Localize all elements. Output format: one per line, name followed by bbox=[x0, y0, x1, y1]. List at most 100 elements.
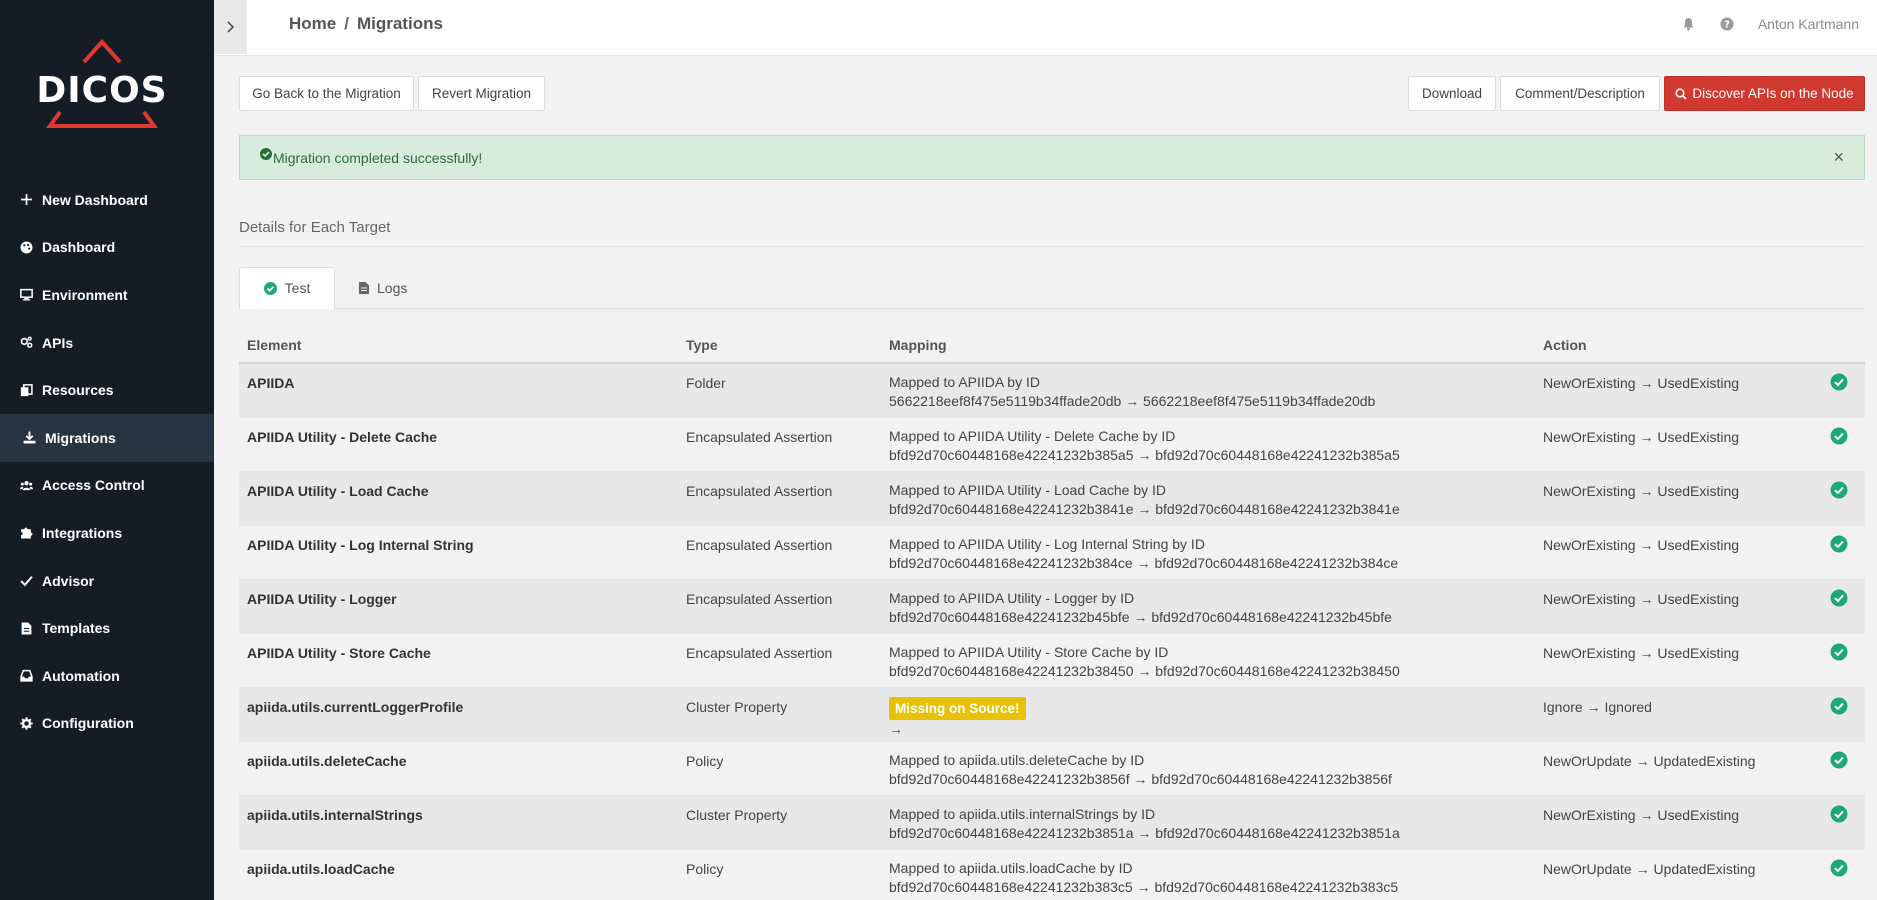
sidebar-item-advisor[interactable]: Advisor bbox=[0, 557, 214, 605]
element-cell: apiida.utils.internalStrings bbox=[247, 807, 423, 823]
table-body: APIIDA Folder Mapped to APIIDA by ID 566221… bbox=[239, 364, 1865, 900]
column-header-mapping[interactable]: Mapping bbox=[889, 337, 947, 353]
action-cell: NewOrExisting → UsedExisting bbox=[1543, 483, 1740, 499]
monitor-icon bbox=[19, 288, 33, 302]
sidebar-item-label: Integrations bbox=[42, 524, 123, 541]
sidebar-item-configuration[interactable]: Configuration bbox=[0, 700, 214, 748]
inbox-icon bbox=[19, 669, 33, 683]
table-row[interactable]: apiida.utils.currentLoggerProfile Cluster… bbox=[239, 688, 1865, 742]
breadcrumb-current: Migrations bbox=[356, 14, 443, 33]
mapping-description: Mapped to apiida.utils.loadCache by ID bbox=[889, 860, 1133, 876]
discover-apis-button[interactable]: Discover APIs on the Node bbox=[1664, 76, 1865, 111]
divider bbox=[239, 246, 1865, 247]
breadcrumb-home-link[interactable]: Home bbox=[289, 14, 336, 33]
sidebar-toggle-button[interactable] bbox=[214, 0, 247, 54]
mapping-description: Mapped to APIIDA Utility - Logger by ID bbox=[889, 590, 1135, 606]
check-circle-icon bbox=[1830, 751, 1848, 769]
column-header-element[interactable]: Element bbox=[247, 337, 301, 353]
action-cell: Ignore → Ignored bbox=[1543, 699, 1652, 715]
table-row[interactable]: APIIDA Utility - Delete Cache Encapsulate… bbox=[239, 418, 1865, 472]
type-cell: Policy bbox=[686, 861, 724, 877]
type-cell: Cluster Property bbox=[686, 807, 788, 823]
sidebar-item-apis[interactable]: APIs bbox=[0, 319, 214, 367]
action-cell: NewOrUpdate → UpdatedExisting bbox=[1543, 861, 1756, 877]
action-cell: NewOrExisting → UsedExisting bbox=[1543, 645, 1740, 661]
go-back-button[interactable]: Go Back to the Migration bbox=[239, 76, 414, 111]
mapping-cell: Mapped to APIIDA Utility - Load Cache by… bbox=[889, 481, 1400, 519]
file-icon bbox=[19, 621, 33, 635]
column-header-action[interactable]: Action bbox=[1543, 337, 1587, 353]
mapping-cell: Mapped to apiida.utils.internalStrings b… bbox=[889, 805, 1400, 843]
mapping-description: Mapped to APIIDA by ID bbox=[889, 374, 1040, 390]
table-row[interactable]: APIIDA Utility - Load Cache Encapsulated … bbox=[239, 472, 1865, 526]
table-row[interactable]: APIIDA Utility - Log Internal String Enca… bbox=[239, 526, 1865, 580]
mapping-ids: bfd92d70c60448168e42241232b3851a → bfd92… bbox=[889, 825, 1400, 841]
sidebar-item-new-dashboard[interactable]: New Dashboard bbox=[0, 176, 214, 224]
table-row[interactable]: APIIDA Utility - Store Cache Encapsulated… bbox=[239, 634, 1865, 688]
sidebar-item-integrations[interactable]: Integrations bbox=[0, 509, 214, 557]
logo-text: DICOS bbox=[36, 70, 167, 111]
section-title: Details for Each Target bbox=[239, 219, 391, 236]
mapping-description: Mapped to apiida.utils.deleteCache by ID bbox=[889, 752, 1145, 768]
mapping-ids: bfd92d70c60448168e42241232b3856f → bfd92… bbox=[889, 771, 1392, 787]
breadcrumb: Home / Migrations bbox=[289, 14, 443, 34]
user-name[interactable]: Anton Kartmann bbox=[1758, 16, 1859, 32]
sidebar-item-dashboard[interactable]: Dashboard bbox=[0, 224, 214, 272]
sidebar: DICOS New Dashboard Dashboard Environment A… bbox=[0, 0, 214, 900]
missing-badge: Missing on Source! bbox=[889, 697, 1026, 720]
type-cell: Folder bbox=[686, 375, 726, 391]
mapping-ids: bfd92d70c60448168e42241232b38450 → bfd92… bbox=[889, 663, 1400, 679]
sidebar-item-environment[interactable]: Environment bbox=[0, 271, 214, 319]
top-bar: Home / Migrations ? Anton Kartmann bbox=[214, 0, 1877, 56]
mapping-cell: Mapped to APIIDA Utility - Logger by ID b… bbox=[889, 589, 1392, 627]
table-row[interactable]: apiida.utils.internalStrings Cluster Prop… bbox=[239, 796, 1865, 850]
sidebar-item-label: APIs bbox=[42, 334, 74, 351]
action-cell: NewOrExisting → UsedExisting bbox=[1543, 591, 1740, 607]
tab-logs[interactable]: Logs bbox=[359, 267, 407, 309]
action-cell: NewOrExisting → UsedExisting bbox=[1543, 537, 1740, 553]
sidebar-item-label: Dashboard bbox=[42, 239, 116, 256]
column-header-type[interactable]: Type bbox=[686, 337, 718, 353]
check-circle-icon bbox=[260, 148, 272, 160]
sidebar-item-resources[interactable]: Resources bbox=[0, 366, 214, 414]
check-circle-icon bbox=[1830, 697, 1848, 715]
element-cell: APIIDA Utility - Delete Cache bbox=[247, 429, 438, 445]
tab-test[interactable]: Test bbox=[239, 267, 335, 309]
bell-icon[interactable] bbox=[1682, 17, 1696, 31]
chevron-right-icon bbox=[226, 21, 234, 33]
help-icon[interactable]: ? bbox=[1720, 17, 1734, 31]
element-cell: APIIDA Utility - Load Cache bbox=[247, 483, 429, 499]
alert-message: Migration completed successfully! bbox=[273, 150, 483, 166]
table-row[interactable]: APIIDA Folder Mapped to APIIDA by ID 566221… bbox=[239, 364, 1865, 418]
plus-icon bbox=[19, 193, 33, 207]
sidebar-item-label: Configuration bbox=[42, 715, 134, 732]
mapping-description: Mapped to APIIDA Utility - Load Cache by… bbox=[889, 482, 1167, 498]
revert-migration-button[interactable]: Revert Migration bbox=[418, 76, 545, 111]
table-row[interactable]: apiida.utils.loadCache Policy Mapped to ap… bbox=[239, 850, 1865, 900]
sidebar-item-templates[interactable]: Templates bbox=[0, 604, 214, 652]
sidebar-item-migrations[interactable]: Migrations bbox=[0, 413, 214, 462]
search-icon bbox=[1675, 87, 1687, 100]
element-cell: APIIDA Utility - Log Internal String bbox=[247, 537, 474, 553]
action-cell: NewOrExisting → UsedExisting bbox=[1543, 429, 1740, 445]
file-icon bbox=[359, 282, 369, 294]
discover-apis-label: Discover APIs on the Node bbox=[1692, 86, 1854, 101]
mapping-ids: → bbox=[889, 721, 903, 737]
sidebar-item-automation[interactable]: Automation bbox=[0, 652, 214, 700]
check-circle-icon bbox=[1830, 643, 1848, 661]
mapping-cell: Mapped to APIIDA Utility - Delete Cache … bbox=[889, 427, 1400, 465]
download-button[interactable]: Download bbox=[1408, 76, 1496, 111]
sidebar-nav: New Dashboard Dashboard Environment APIs Res… bbox=[0, 176, 214, 747]
comment-description-button[interactable]: Comment/Description bbox=[1500, 76, 1660, 111]
element-cell: apiida.utils.loadCache bbox=[247, 861, 395, 877]
table-row[interactable]: apiida.utils.deleteCache Policy Mapped to … bbox=[239, 742, 1865, 796]
download-icon bbox=[22, 431, 36, 445]
sidebar-item-access-control[interactable]: Access Control bbox=[0, 462, 214, 510]
close-icon[interactable]: × bbox=[1833, 147, 1844, 168]
success-alert: Migration completed successfully! × bbox=[239, 135, 1865, 180]
check-circle-icon bbox=[1830, 481, 1848, 499]
sidebar-item-label: Resources bbox=[42, 382, 114, 399]
mapping-cell: Mapped to apiida.utils.deleteCache by ID… bbox=[889, 751, 1392, 789]
element-cell: APIIDA bbox=[247, 375, 295, 391]
table-row[interactable]: APIIDA Utility - Logger Encapsulated Asse… bbox=[239, 580, 1865, 634]
